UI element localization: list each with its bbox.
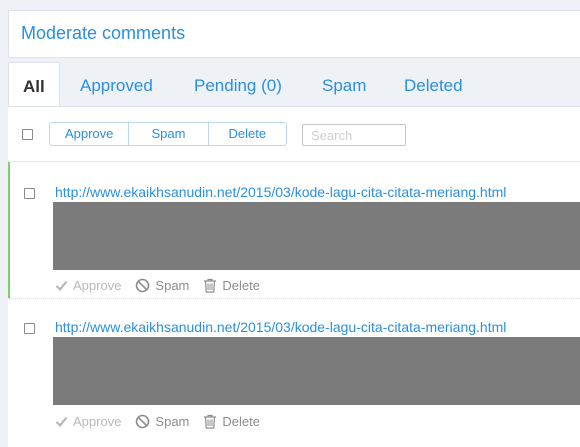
tab-approved[interactable]: Approved (80, 62, 153, 106)
spam-action[interactable]: Spam (135, 278, 189, 293)
spam-action-label: Spam (155, 277, 190, 293)
comment-link[interactable]: http://www.ekaikhsanudin.net/2015/03/kod… (55, 184, 506, 200)
comment-item: http://www.ekaikhsanudin.net/2015/03/kod… (8, 162, 580, 299)
tab-all[interactable]: All (8, 62, 60, 107)
redacted-comment-content (53, 202, 580, 270)
comment-tabs: All Approved Pending (0) Spam Deleted (8, 62, 580, 107)
trash-icon (203, 414, 217, 429)
approve-action-label: Approve (73, 413, 122, 429)
approve-action-label: Approve (73, 277, 122, 293)
bulk-delete-button[interactable]: Delete (209, 123, 286, 145)
check-icon (55, 415, 68, 428)
delete-action-label: Delete (222, 277, 260, 293)
delete-action-label: Delete (222, 413, 260, 429)
spam-icon (135, 414, 150, 429)
spam-icon (135, 278, 150, 293)
bulk-approve-button[interactable]: Approve (50, 123, 130, 145)
comment-actions: Approve Spam Delete (55, 412, 260, 430)
page-title: Moderate comments (21, 23, 186, 43)
comment-status-bar (8, 162, 10, 299)
tab-pending[interactable]: Pending (0) (194, 62, 282, 106)
comment-item: http://www.ekaikhsanudin.net/2015/03/kod… (8, 299, 580, 436)
bulk-action-buttons: Approve Spam Delete (49, 122, 287, 146)
moderate-comments-panel: Moderate comments (8, 10, 580, 58)
trash-icon (203, 278, 217, 293)
check-icon (55, 279, 68, 292)
comment-checkbox[interactable] (24, 188, 35, 199)
spam-action[interactable]: Spam (135, 414, 189, 429)
comments-area: Approve Spam Delete http://www.ekaikhsan… (8, 106, 580, 447)
redacted-comment-content (53, 337, 580, 405)
select-all-checkbox[interactable] (22, 129, 33, 140)
delete-action[interactable]: Delete (203, 278, 260, 293)
approve-action[interactable]: Approve (55, 414, 121, 429)
comment-link[interactable]: http://www.ekaikhsanudin.net/2015/03/kod… (55, 319, 506, 335)
spam-action-label: Spam (155, 413, 190, 429)
tab-spam[interactable]: Spam (322, 62, 366, 106)
tab-deleted[interactable]: Deleted (404, 62, 463, 106)
delete-action[interactable]: Delete (203, 414, 260, 429)
approve-action[interactable]: Approve (55, 278, 121, 293)
comment-checkbox[interactable] (24, 323, 35, 334)
comment-actions: Approve Spam Delete (55, 276, 260, 294)
bulk-spam-button[interactable]: Spam (129, 123, 209, 145)
search-input[interactable] (302, 124, 406, 146)
